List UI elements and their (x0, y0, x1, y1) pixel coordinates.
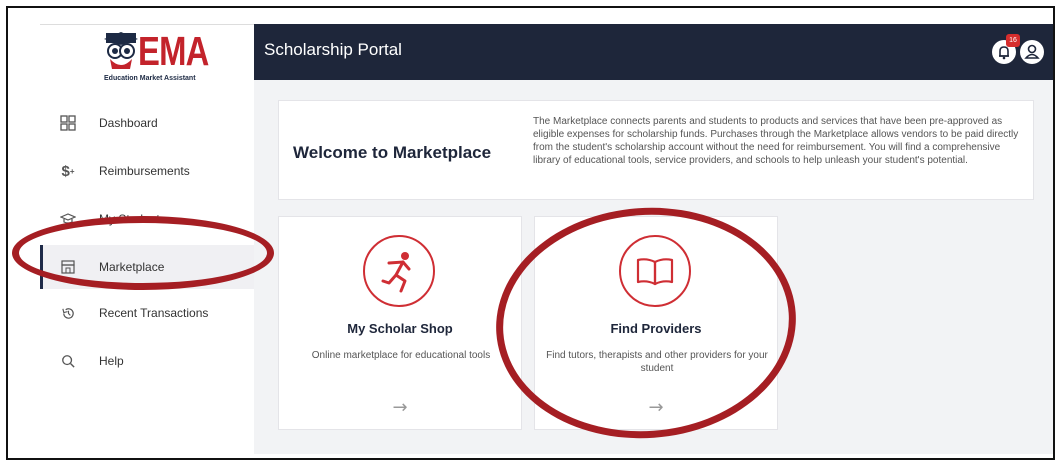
welcome-description: The Marketplace connects parents and stu… (533, 116, 1019, 166)
profile-button[interactable] (1020, 40, 1044, 64)
open-book-icon (619, 235, 691, 307)
sidebar: EMA Education Market Assistant Dashboard… (40, 24, 254, 454)
card-description: Online marketplace for educational tools (311, 350, 491, 361)
user-icon (1024, 44, 1040, 59)
sidebar-item-marketplace[interactable]: Marketplace (40, 245, 254, 289)
dollar-plus-icon: $ + (61, 162, 75, 180)
main-content: Welcome to Marketplace The Marketplace c… (254, 80, 1053, 454)
sidebar-item-label: Reimbursements (99, 164, 190, 178)
card-description: Find tutors, therapists and other provid… (546, 350, 768, 374)
sidebar-item-my-students[interactable]: My Students (40, 197, 254, 241)
welcome-title: Welcome to Marketplace (293, 143, 492, 162)
sidebar-item-label: Recent Transactions (99, 306, 209, 320)
screenshot-frame: EMA Education Market Assistant Dashboard… (6, 6, 1055, 460)
top-header: Scholarship Portal 16 (254, 24, 1053, 80)
welcome-panel: Welcome to Marketplace The Marketplace c… (278, 100, 1034, 200)
find-providers-card[interactable]: Find Providers Find tutors, therapists a… (534, 216, 778, 430)
ema-logo[interactable]: EMA Education Market Assistant (104, 29, 209, 91)
logo-tagline: Education Market Assistant (104, 75, 196, 82)
sidebar-item-label: My Students (99, 212, 166, 226)
sidebar-item-label: Marketplace (99, 260, 165, 274)
running-figure-icon (363, 235, 435, 307)
notification-count-badge: 16 (1006, 34, 1020, 47)
search-icon (58, 351, 78, 371)
sidebar-item-label: Help (99, 354, 124, 368)
graduation-cap-icon (58, 209, 78, 229)
sidebar-item-help[interactable]: Help (40, 339, 254, 383)
sidebar-item-dashboard[interactable]: Dashboard (40, 101, 254, 145)
my-scholar-shop-card[interactable]: My Scholar Shop Online marketplace for e… (278, 216, 522, 430)
owl-emblem-icon (104, 32, 138, 69)
card-title: Find Providers (610, 321, 702, 336)
sidebar-item-label: Dashboard (99, 116, 158, 130)
storefront-icon (58, 257, 78, 277)
history-icon (58, 303, 78, 323)
sidebar-item-recent-transactions[interactable]: Recent Transactions (40, 291, 254, 335)
sidebar-item-reimbursements[interactable]: $ + Reimbursements (40, 149, 254, 193)
arrow-right-icon[interactable]: → (535, 397, 777, 418)
card-title: My Scholar Shop (347, 321, 453, 336)
arrow-right-icon[interactable]: → (279, 397, 521, 418)
page-title: Scholarship Portal (264, 40, 402, 59)
dashboard-icon (58, 113, 78, 133)
logo-wordmark: EMA (138, 28, 209, 74)
